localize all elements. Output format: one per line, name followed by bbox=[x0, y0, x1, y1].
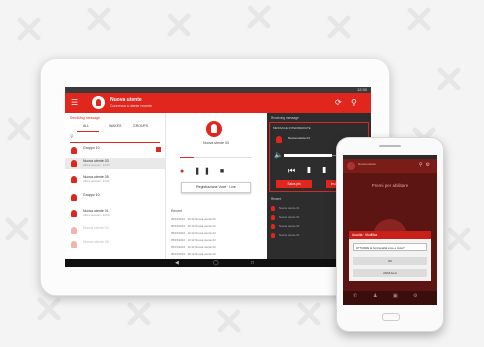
box-header: MESSAGE INTERMEDIATE bbox=[273, 126, 311, 130]
message-from: Nuova utente 01 bbox=[288, 136, 311, 140]
tab-groups[interactable]: GROUPS bbox=[133, 124, 148, 128]
recent-item[interactable]: 05/15/2016 · 10:12 Nuova utente 02 bbox=[171, 245, 216, 249]
pin-icon bbox=[71, 227, 77, 234]
contacts-panel: SendMsg message ALL WAKES GROUPS ⚲ Grupp… bbox=[65, 113, 166, 259]
app-logo-icon bbox=[92, 96, 105, 109]
rewind-icon[interactable]: ⏮ bbox=[288, 166, 307, 175]
badge-icon bbox=[156, 147, 161, 152]
list-item[interactable]: Nuova utente 01 Ultimo accesso · 12:00 bbox=[65, 208, 165, 219]
list-item-name: Nuova utente 03 bbox=[83, 159, 109, 163]
recent-row-label: Nuova utente 01 bbox=[279, 224, 300, 228]
pin-icon bbox=[276, 136, 282, 143]
app-logo-icon bbox=[347, 162, 355, 170]
dialog-message: ATTIVARE la funzionalità voce e Invia? bbox=[353, 243, 427, 251]
menu-icon[interactable]: ☰ bbox=[71, 99, 78, 107]
list-item-name: Nuova utente 05 bbox=[83, 175, 109, 179]
phone-device: Nuova utente ⚲⚙ Premi per abilitare Asco… bbox=[336, 137, 444, 332]
list-item[interactable]: Gruppo 10 bbox=[65, 145, 165, 156]
list-item-date: Ultimo accesso · 12:00 bbox=[83, 164, 110, 167]
record-icon[interactable]: ● bbox=[180, 168, 188, 175]
recent-item[interactable]: 05/15/2016 · 10:12 Nuova utente 02 bbox=[171, 231, 216, 235]
phone-bottom-bar: ✆ ♟ ▣ ⚙ bbox=[343, 291, 437, 305]
confirm-dialog: Ascolta · Modifica ATTIVARE la funzional… bbox=[349, 231, 431, 281]
home-icon[interactable]: ◯ bbox=[213, 259, 219, 267]
pin-icon bbox=[71, 176, 77, 183]
pin-icon bbox=[271, 233, 275, 238]
search-icon[interactable]: ⚲ bbox=[351, 98, 357, 107]
recorder-contact-label: Nuova utente 03 bbox=[203, 141, 229, 145]
recent-label: Recent bbox=[271, 197, 282, 201]
list-item-name: Nuova utente 06 bbox=[83, 240, 109, 244]
recent-item[interactable]: 05/15/2016 · 10:12 Nuova utente 02 bbox=[171, 252, 216, 256]
recorder-controls: ● ❚❚ ■ bbox=[180, 167, 228, 175]
pause-icon[interactable]: ❚❚ bbox=[307, 166, 338, 175]
cancel-button[interactable]: ANNULLA bbox=[353, 269, 427, 277]
pin-icon bbox=[271, 206, 275, 211]
list-item-name: Gruppo 10 bbox=[83, 193, 100, 197]
recent-item[interactable]: 05/15/2016 · 10:12 Nuova utente 02 bbox=[171, 224, 216, 228]
phone-speaker bbox=[379, 145, 401, 147]
contact-tabs: ALL WAKES GROUPS bbox=[65, 123, 165, 132]
list-item-date: Ultimo accesso · 12:00 bbox=[83, 214, 110, 217]
settings-icon[interactable]: ⚙ bbox=[413, 293, 417, 299]
phone-app-bar: Nuova utente ⚲⚙ bbox=[343, 159, 437, 173]
refresh-icon[interactable]: ⟳ bbox=[335, 98, 342, 107]
panel-header: SendMsg message bbox=[70, 116, 100, 120]
list-item-date: Ultimo accesso · 12:00 bbox=[83, 180, 110, 183]
recent-row-label: Nuova utente 01 bbox=[279, 206, 300, 210]
phone-screen: Nuova utente ⚲⚙ Premi per abilitare Asco… bbox=[343, 155, 437, 305]
camera-icon[interactable]: ▣ bbox=[393, 293, 398, 299]
list-item-name: Nuova utente 01 bbox=[83, 209, 109, 213]
list-item[interactable]: Nuova utente 03 Ultimo accesso · 12:00 bbox=[65, 158, 165, 169]
recent-item[interactable]: 05/15/2016 · 10:12 Nuova utente 02 bbox=[171, 217, 216, 221]
tablet-screen: 12:30 ☰ Nuova utente Connessa a utente r… bbox=[65, 87, 371, 267]
dialog-title: Ascolta · Modifica bbox=[349, 231, 431, 239]
tab-underline bbox=[77, 131, 99, 132]
phone-screen-title: Premi per abilitare bbox=[371, 183, 409, 188]
list-item[interactable]: Nuova utente 05 Ultimo accesso · 12:00 bbox=[65, 174, 165, 185]
pause-icon[interactable]: ❚❚ bbox=[194, 168, 214, 175]
list-item[interactable]: Nuova utente 04 bbox=[65, 225, 165, 236]
recent-row-label: Nuova utente 01 bbox=[279, 215, 300, 219]
microphone-icon bbox=[206, 121, 222, 137]
volume-icon[interactable]: 🔈 bbox=[274, 151, 283, 159]
android-nav-bar: ◀ ◯ □ bbox=[65, 259, 371, 267]
volume-fill bbox=[284, 154, 332, 157]
list-item[interactable]: Nuova utente 06 bbox=[65, 239, 165, 250]
tab-wakes[interactable]: WAKES bbox=[109, 124, 122, 128]
ok-button[interactable]: OK bbox=[353, 257, 427, 265]
stop-icon[interactable]: ■ bbox=[220, 168, 228, 175]
recent-label: Recent bbox=[171, 209, 183, 213]
register-button[interactable]: Registrazione Voce · Live bbox=[181, 182, 251, 193]
receiving-header: Receiving message bbox=[271, 116, 299, 120]
search-input[interactable]: ⚲ bbox=[70, 134, 160, 143]
phone-call-icon[interactable]: ✆ bbox=[353, 293, 357, 299]
list-item-name: Gruppo 10 bbox=[83, 146, 100, 150]
pin-icon bbox=[71, 241, 77, 248]
back-icon[interactable]: ◀ bbox=[175, 259, 179, 267]
pin-icon bbox=[71, 194, 77, 201]
save-pin-button[interactable]: Salva pin bbox=[276, 180, 312, 188]
tab-all[interactable]: ALL bbox=[83, 124, 89, 128]
recent-row-label: Nuova utente 01 bbox=[279, 233, 300, 237]
phone-app-title: Nuova utente bbox=[358, 162, 376, 166]
app-bar: ☰ Nuova utente Connessa a utente recente… bbox=[65, 93, 371, 113]
home-button[interactable] bbox=[382, 313, 400, 321]
progress-track bbox=[180, 157, 252, 158]
pin-icon bbox=[71, 147, 77, 154]
group-icon[interactable]: ♟ bbox=[373, 293, 377, 299]
progress-fill bbox=[180, 157, 194, 158]
pin-icon bbox=[71, 160, 77, 167]
recents-icon[interactable]: □ bbox=[251, 259, 254, 267]
toolbar-icons[interactable]: ⚲⚙ bbox=[419, 162, 433, 168]
pin-icon bbox=[271, 215, 275, 220]
app-title: Nuova utente bbox=[110, 97, 142, 103]
recent-item[interactable]: 05/15/2016 · 10:12 Nuova utente 02 bbox=[171, 238, 216, 242]
list-item[interactable]: Gruppo 10 bbox=[65, 192, 165, 203]
list-item-name: Nuova utente 04 bbox=[83, 226, 109, 230]
app-subtitle: Connessa a utente recente bbox=[110, 104, 153, 108]
recorder-panel: Nuova utente 03 ● ❚❚ ■ Registrazione Voc… bbox=[166, 113, 266, 259]
pin-icon bbox=[71, 210, 77, 217]
pin-icon bbox=[271, 224, 275, 229]
